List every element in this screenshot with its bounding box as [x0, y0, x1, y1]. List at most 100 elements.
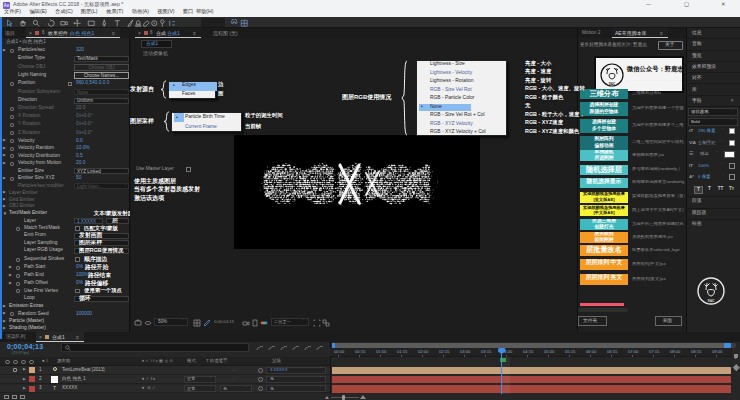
script-scrollbar[interactable] [578, 308, 628, 312]
layer-name[interactable]: TextLorreBeat [2013] [62, 368, 105, 373]
menu-item-5[interactable]: 效果(T) [106, 9, 123, 14]
layer-bar-1[interactable] [332, 367, 731, 375]
property-dropdown[interactable]: XYZ Linkedˇ [74, 168, 129, 174]
property-button[interactable]: Choose OBJ [74, 64, 129, 71]
ec-row-layer-rgb-usage[interactable]: Layer RGB Usageˇ图层RGB使用情况 [0, 247, 130, 255]
ec-row-velocity-random[interactable]: ▶Velocity Random10.0% [0, 145, 130, 153]
expand-switches-icon[interactable] [4, 395, 9, 399]
expand-arrow-icon[interactable]: ▶ [3, 49, 6, 53]
camera-icon[interactable] [242, 319, 250, 327]
snapshot-icon[interactable] [134, 319, 142, 327]
script-button-6[interactable]: 随机选择层 [580, 165, 628, 175]
menu-item-4[interactable]: 图层(L) [81, 9, 98, 14]
ec-row-loop[interactable]: Loopˇ循环 [0, 295, 130, 303]
roi-icon[interactable] [313, 319, 321, 327]
ec-row-position[interactable]: Position960.0,540.0,0.0 [0, 80, 130, 88]
layer-name[interactable]: XXXXX [62, 386, 77, 391]
property-dropdown[interactable]: Uniformˇ [74, 98, 129, 104]
script-button-14[interactable]: 层层排列 英文 [580, 274, 628, 286]
rotation-icon[interactable] [47, 19, 56, 28]
ec-row-layer[interactable]: Layer1.XXXXXˇˇ层 [0, 218, 130, 226]
tab-motion2[interactable]: Motion 2 [582, 31, 600, 36]
layer-row-3[interactable]: ▶3TXXXXX♦ ⊙ ∕正常ˇ无ˇ无ˇ [0, 385, 330, 394]
expand-arrow-icon[interactable]: ▶ [9, 282, 12, 286]
script-button-7[interactable]: 随机选择显示 [580, 178, 628, 188]
layer-label-swatch[interactable] [29, 386, 35, 392]
menu-item-3[interactable]: 合成(C) [55, 9, 73, 14]
script-button-12[interactable]: 层批量改名 [580, 245, 628, 256]
property-value[interactable]: 0% [76, 281, 83, 286]
timeline-tab-close-icon[interactable]: × [39, 335, 42, 340]
work-area-start-handle[interactable] [332, 343, 335, 348]
ec-row-position-subsystem[interactable]: Position SubsystemNoneˇ [0, 89, 130, 97]
stopwatch-icon[interactable] [10, 131, 14, 135]
expand-arrow-icon[interactable]: ▶ [3, 305, 6, 309]
property-value[interactable]: 20.0 [76, 106, 85, 111]
property-dropdown[interactable]: 1.XXXXXˇ [74, 218, 103, 224]
layer-row-1[interactable]: ▶1TextLorreBeat [2013]-3.XXXXXˇ [0, 366, 330, 375]
ec-row-path-offset[interactable]: ▶Path Offset0%路径偏移 [0, 280, 130, 288]
snap-icon[interactable] [230, 19, 239, 28]
expand-arrow-icon[interactable]: ▶ [3, 162, 6, 166]
property-value[interactable]: 20.0 [76, 161, 85, 166]
zoom-slider-track[interactable] [331, 397, 359, 398]
camera-icon[interactable] [60, 19, 69, 28]
layer-expand-arrow-icon[interactable]: ▶ [23, 378, 26, 381]
script-button-4[interactable]: 图层阵列偏移动画 [580, 136, 628, 150]
expand-arrow-icon[interactable]: ▶ [3, 139, 6, 143]
property-value[interactable]: 100% [76, 273, 88, 278]
stroke-row-label[interactable]: 描边 [700, 152, 709, 156]
stopwatch-icon[interactable] [10, 147, 14, 151]
expand-arrow-icon[interactable]: ▶ [9, 266, 12, 270]
script-button-10[interactable]: 所选三维层创建灯光 [580, 219, 628, 230]
close-button[interactable]: ✕ [721, 2, 726, 8]
expand-arrow-icon[interactable]: ▶ [3, 177, 6, 181]
layer-label-swatch[interactable] [29, 376, 35, 382]
stopwatch-icon[interactable] [10, 162, 14, 166]
expand-arrow-icon[interactable]: ▶ [3, 312, 6, 316]
text-style-button-4[interactable]: Tт [727, 186, 736, 194]
menu-item-7[interactable]: 视图(V) [157, 9, 174, 14]
playhead-line[interactable] [501, 348, 502, 394]
property-value[interactable]: 10.0% [76, 146, 90, 151]
brainstorm-icon[interactable] [292, 344, 300, 352]
property-value[interactable]: 0.5 [76, 154, 83, 159]
lock-icon[interactable] [13, 368, 17, 372]
stopwatch-icon[interactable] [10, 154, 14, 158]
stopwatch-icon[interactable] [10, 82, 14, 86]
pan-behind-icon[interactable] [73, 19, 82, 28]
zoom-out-mountain-icon[interactable] [325, 396, 329, 399]
viewer-timecode[interactable]: 0;00;04;13 [214, 320, 234, 324]
property-dropdown[interactable]: Text/Maskˇ [74, 56, 129, 62]
tab-flowchart[interactable]: 流程图 (无) [213, 31, 238, 36]
menu-item-6[interactable]: 动画(A) [132, 9, 149, 14]
stopwatch-icon[interactable] [10, 49, 14, 53]
layer-row-2[interactable]: ▶2白色 纯色 1♦ ∕ fx正常ˇ-无ˇ [0, 375, 330, 384]
layer-expand-arrow-icon[interactable]: ▶ [23, 368, 26, 371]
draft3d-icon[interactable] [304, 344, 312, 352]
expand-arrow-icon[interactable]: ▶ [3, 205, 6, 209]
grid-icon[interactable] [240, 19, 249, 28]
selection-icon[interactable] [5, 19, 14, 28]
ec-row-emit-from[interactable]: Emit Fromˇ发射画面 [0, 232, 130, 240]
hand-icon[interactable] [19, 19, 28, 28]
puppet-pin-icon[interactable] [158, 19, 167, 28]
property-value[interactable]: 0x+0.0° [76, 131, 92, 136]
layer-expand-arrow-icon[interactable]: ▶ [23, 387, 26, 390]
ec-panel-menu-icon[interactable]: ≡ [112, 31, 115, 36]
property-value[interactable]: 100000 [76, 312, 92, 317]
ec-row-emission-extras[interactable]: ▶Emission Extras [0, 303, 130, 311]
expand-inout-icon[interactable] [20, 395, 25, 399]
menu-item-8[interactable]: 窗口 [183, 9, 193, 14]
ec-row-emitter-size[interactable]: Emitter SizeXYZ Linkedˇ [0, 168, 130, 176]
text-style-button-1[interactable]: T [694, 186, 703, 194]
expand-arrow-icon[interactable]: ▶ [9, 274, 12, 278]
work-area-bar[interactable] [334, 343, 726, 348]
rectangle-icon[interactable] [87, 19, 96, 28]
stopwatch-icon[interactable] [10, 123, 14, 127]
ec-row-velocity-distribution[interactable]: ▶Velocity Distribution0.5 [0, 153, 130, 161]
script-tab-menu-icon[interactable]: ≡ [660, 31, 663, 36]
stroke-color-swatch[interactable] [724, 151, 735, 158]
zoom-slider-handle[interactable] [342, 395, 345, 400]
ec-row-direction[interactable]: DirectionUniformˇ [0, 97, 130, 105]
